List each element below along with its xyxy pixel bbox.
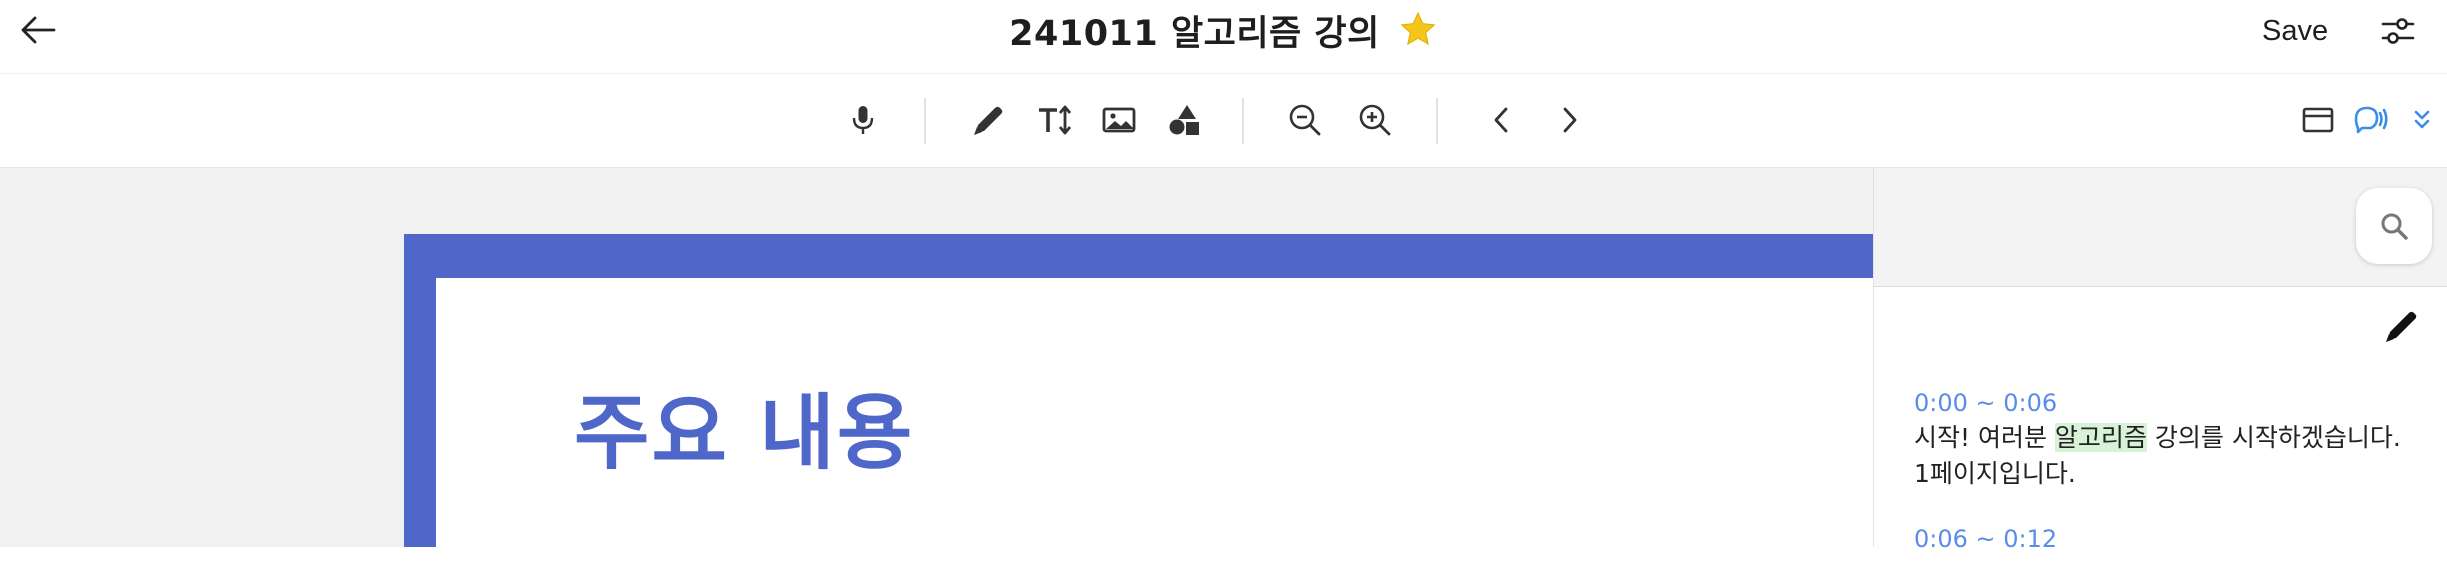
slide-heading: 주요 내용 bbox=[574, 386, 915, 481]
sliders-icon bbox=[2381, 18, 2415, 44]
title-area: 241011 알고리즘 강의 bbox=[0, 4, 2447, 56]
image-icon bbox=[1102, 107, 1136, 133]
editor-toolbar bbox=[0, 74, 2447, 168]
pencil-icon bbox=[2386, 311, 2417, 342]
transcript-list: 0:00 ~ 0:06 시작! 여러분 알고리즘 강의를 시작하겠습니다. 1페… bbox=[1914, 386, 2414, 586]
transcript-text-before: 시작! 여러분 bbox=[1914, 423, 2055, 452]
pen-icon bbox=[974, 106, 1003, 135]
text-size-button[interactable] bbox=[1032, 96, 1080, 144]
transcript-timestamp[interactable]: 0:00 ~ 0:06 bbox=[1914, 386, 2414, 420]
shapes-icon bbox=[1169, 105, 1199, 135]
transcript-text: 시작! 여러분 알고리즘 강의를 시작하겠습니다. 1페이지입니다. bbox=[1914, 420, 2414, 492]
save-button[interactable]: Save bbox=[2262, 10, 2328, 52]
toolbar-divider bbox=[1436, 98, 1438, 144]
zoom-out-button[interactable] bbox=[1281, 96, 1329, 144]
transcript-timestamp[interactable]: 0:06 ~ 0:12 bbox=[1914, 522, 2414, 556]
zoom-in-icon bbox=[1359, 104, 1391, 136]
expand-toolbar-button[interactable] bbox=[2402, 96, 2442, 144]
settings-button[interactable] bbox=[2376, 10, 2420, 52]
previous-page-button[interactable] bbox=[1477, 96, 1525, 144]
transcript-search-button[interactable] bbox=[2356, 188, 2432, 264]
speech-icon bbox=[2354, 106, 2388, 134]
layout-view-button[interactable] bbox=[2294, 96, 2342, 144]
zoom-out-icon bbox=[1289, 104, 1321, 136]
top-app-bar: 241011 알고리즘 강의 Save bbox=[0, 0, 2447, 74]
chevron-right-icon bbox=[1563, 107, 1577, 133]
page-title: 241011 알고리즘 강의 bbox=[1009, 13, 1380, 54]
transcript-panel-header bbox=[1874, 168, 2447, 287]
zoom-in-button[interactable] bbox=[1351, 96, 1399, 144]
double-chevron-down-icon bbox=[2414, 110, 2430, 129]
microphone-button[interactable] bbox=[839, 96, 887, 144]
transcript-entry[interactable]: 0:00 ~ 0:06 시작! 여러분 알고리즘 강의를 시작하겠습니다. 1페… bbox=[1914, 386, 2414, 492]
next-page-button[interactable] bbox=[1546, 96, 1594, 144]
window-icon bbox=[2302, 107, 2334, 133]
pen-tool-button[interactable] bbox=[965, 96, 1013, 144]
search-highlight: 알고리즘 bbox=[2054, 423, 2147, 452]
star-icon[interactable] bbox=[1398, 10, 1438, 50]
insert-shape-button[interactable] bbox=[1160, 96, 1208, 144]
microphone-icon bbox=[852, 106, 874, 134]
toolbar-divider bbox=[924, 98, 926, 144]
insert-image-button[interactable] bbox=[1095, 96, 1143, 144]
transcript-panel: 0:00 ~ 0:06 시작! 여러분 알고리즘 강의를 시작하겠습니다. 1페… bbox=[1873, 168, 2447, 553]
document-canvas[interactable]: 주요 내용 bbox=[0, 168, 1873, 547]
transcript-toggle-button[interactable] bbox=[2347, 96, 2395, 144]
edit-transcript-button[interactable] bbox=[2378, 302, 2426, 350]
chevron-left-icon bbox=[1494, 107, 1508, 133]
search-icon bbox=[2381, 213, 2408, 240]
text-size-icon bbox=[1039, 105, 1072, 135]
slide-frame: 주요 내용 bbox=[404, 234, 1873, 547]
toolbar-divider bbox=[1242, 98, 1244, 144]
transcript-entry[interactable]: 0:06 ~ 0:12 bbox=[1914, 522, 2414, 556]
slide-content[interactable]: 주요 내용 bbox=[436, 278, 1873, 547]
